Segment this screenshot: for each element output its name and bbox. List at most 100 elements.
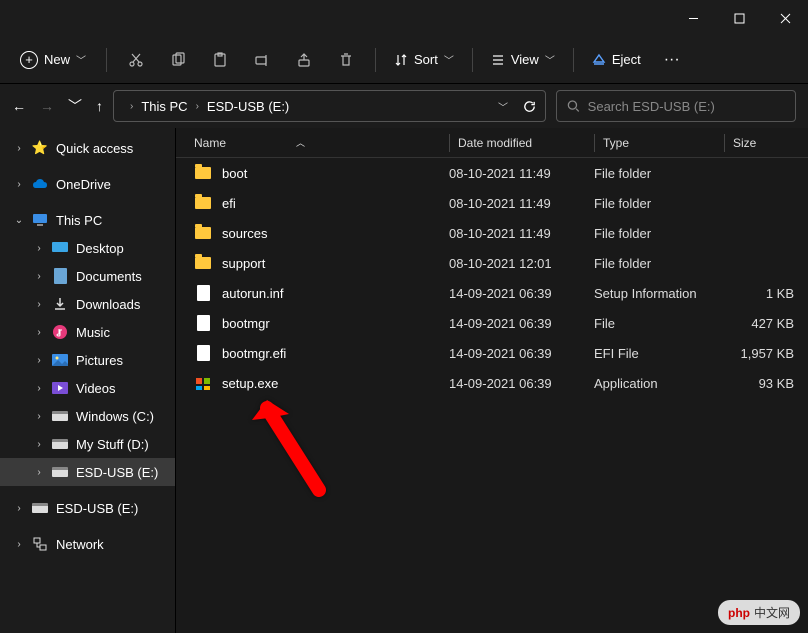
delete-button[interactable] [327,41,365,79]
chevron-down-icon[interactable]: ﹀ [498,99,508,114]
file-name: support [222,256,449,271]
recent-button[interactable]: ﹀ [68,96,82,116]
minimize-button[interactable] [670,0,716,36]
eject-icon [592,53,606,67]
view-icon [491,53,505,67]
share-button[interactable] [285,41,323,79]
drive-icon [32,500,48,516]
sidebar-item-mystuff-d[interactable]: ›My Stuff (D:) [0,430,175,458]
toolbar: + New ﹀ Sort ﹀ View ﹀ Eject ··· [0,36,808,84]
pictures-icon [52,352,68,368]
refresh-icon[interactable] [522,99,537,114]
sidebar-item-documents[interactable]: ›Documents [0,262,175,290]
file-date: 08-10-2021 11:49 [449,166,594,181]
chevron-down-icon: ﹀ [545,52,555,67]
more-button[interactable]: ··· [653,41,691,79]
file-row[interactable]: sources08-10-2021 11:49File folder [176,218,808,248]
network-icon [32,536,48,552]
maximize-button[interactable] [716,0,762,36]
cut-button[interactable] [117,41,155,79]
sidebar-item-quick-access[interactable]: ›⭐Quick access [0,134,175,162]
file-date: 14-09-2021 06:39 [449,346,594,361]
separator [375,48,376,72]
file-row[interactable]: bootmgr14-09-2021 06:39File427 KB [176,308,808,338]
file-size: 1,957 KB [724,346,794,361]
file-row[interactable]: autorun.inf14-09-2021 06:39Setup Informa… [176,278,808,308]
file-row[interactable]: efi08-10-2021 11:49File folder [176,188,808,218]
sidebar-item-network[interactable]: ›Network [0,530,175,558]
star-icon: ⭐ [32,140,48,156]
file-type: Setup Information [594,286,724,301]
file-name: bootmgr.efi [222,346,449,361]
downloads-icon [52,296,68,312]
close-button[interactable] [762,0,808,36]
copy-button[interactable] [159,41,197,79]
sidebar-item-downloads[interactable]: ›Downloads [0,290,175,318]
new-label: New [44,52,70,67]
sidebar-item-esd-usb-e-2[interactable]: ›ESD-USB (E:) [0,494,175,522]
sidebar: ›⭐Quick access ›OneDrive ⌄This PC ›Deskt… [0,128,176,633]
sidebar-item-videos[interactable]: ›Videos [0,374,175,402]
sidebar-item-this-pc[interactable]: ⌄This PC [0,206,175,234]
breadcrumb[interactable]: › This PC › ESD-USB (E:) ﹀ [113,90,546,122]
paste-button[interactable] [201,41,239,79]
back-button[interactable]: ← [12,98,26,114]
chevron-down-icon: ﹀ [444,52,454,67]
forward-button[interactable]: → [40,98,54,114]
file-type: Application [594,376,724,391]
column-date[interactable]: Date modified [449,134,594,152]
file-icon [194,284,212,302]
file-date: 08-10-2021 11:49 [449,196,594,211]
new-button[interactable]: + New ﹀ [10,45,96,75]
file-name: sources [222,226,449,241]
breadcrumb-root[interactable]: This PC [141,99,187,114]
search-input[interactable] [588,99,785,114]
sidebar-item-pictures[interactable]: ›Pictures [0,346,175,374]
up-button[interactable]: ↑ [96,98,103,114]
rename-button[interactable] [243,41,281,79]
file-size: 1 KB [724,286,794,301]
search-icon [567,99,580,113]
file-type: File folder [594,226,724,241]
file-date: 08-10-2021 11:49 [449,226,594,241]
column-name[interactable]: Name︿ [194,136,449,150]
titlebar [0,0,808,36]
column-size[interactable]: Size [724,134,794,152]
breadcrumb-current[interactable]: ESD-USB (E:) [207,99,289,114]
sidebar-item-windows-c[interactable]: ›Windows (C:) [0,402,175,430]
chevron-right-icon: › [196,101,199,112]
separator [472,48,473,72]
music-icon [52,324,68,340]
view-button[interactable]: View ﹀ [483,52,563,67]
search-box[interactable] [556,90,796,122]
file-icon [194,314,212,332]
file-row[interactable]: bootmgr.efi14-09-2021 06:39EFI File1,957… [176,338,808,368]
file-name: autorun.inf [222,286,449,301]
separator [106,48,107,72]
file-row[interactable]: boot08-10-2021 11:49File folder [176,158,808,188]
file-name: setup.exe [222,376,449,391]
sidebar-item-desktop[interactable]: ›Desktop [0,234,175,262]
file-icon [194,164,212,182]
file-row[interactable]: setup.exe14-09-2021 06:39Application93 K… [176,368,808,398]
documents-icon [52,268,68,284]
file-icon [194,374,212,392]
sort-button[interactable]: Sort ﹀ [386,52,462,67]
desktop-icon [52,240,68,256]
column-type[interactable]: Type [594,134,724,152]
file-type: File folder [594,166,724,181]
eject-button[interactable]: Eject [584,52,649,67]
navbar: ← → ﹀ ↑ › This PC › ESD-USB (E:) ﹀ [0,84,808,128]
file-row[interactable]: support08-10-2021 12:01File folder [176,248,808,278]
file-type: File folder [594,196,724,211]
sort-indicator-icon: ︿ [296,136,305,149]
file-icon [194,254,212,272]
file-type: EFI File [594,346,724,361]
file-icon [194,194,212,212]
sidebar-item-esd-usb-e[interactable]: ›ESD-USB (E:) [0,458,175,486]
sidebar-item-music[interactable]: ›Music [0,318,175,346]
sidebar-item-onedrive[interactable]: ›OneDrive [0,170,175,198]
separator [573,48,574,72]
drive-icon [52,464,68,480]
sort-icon [394,53,408,67]
